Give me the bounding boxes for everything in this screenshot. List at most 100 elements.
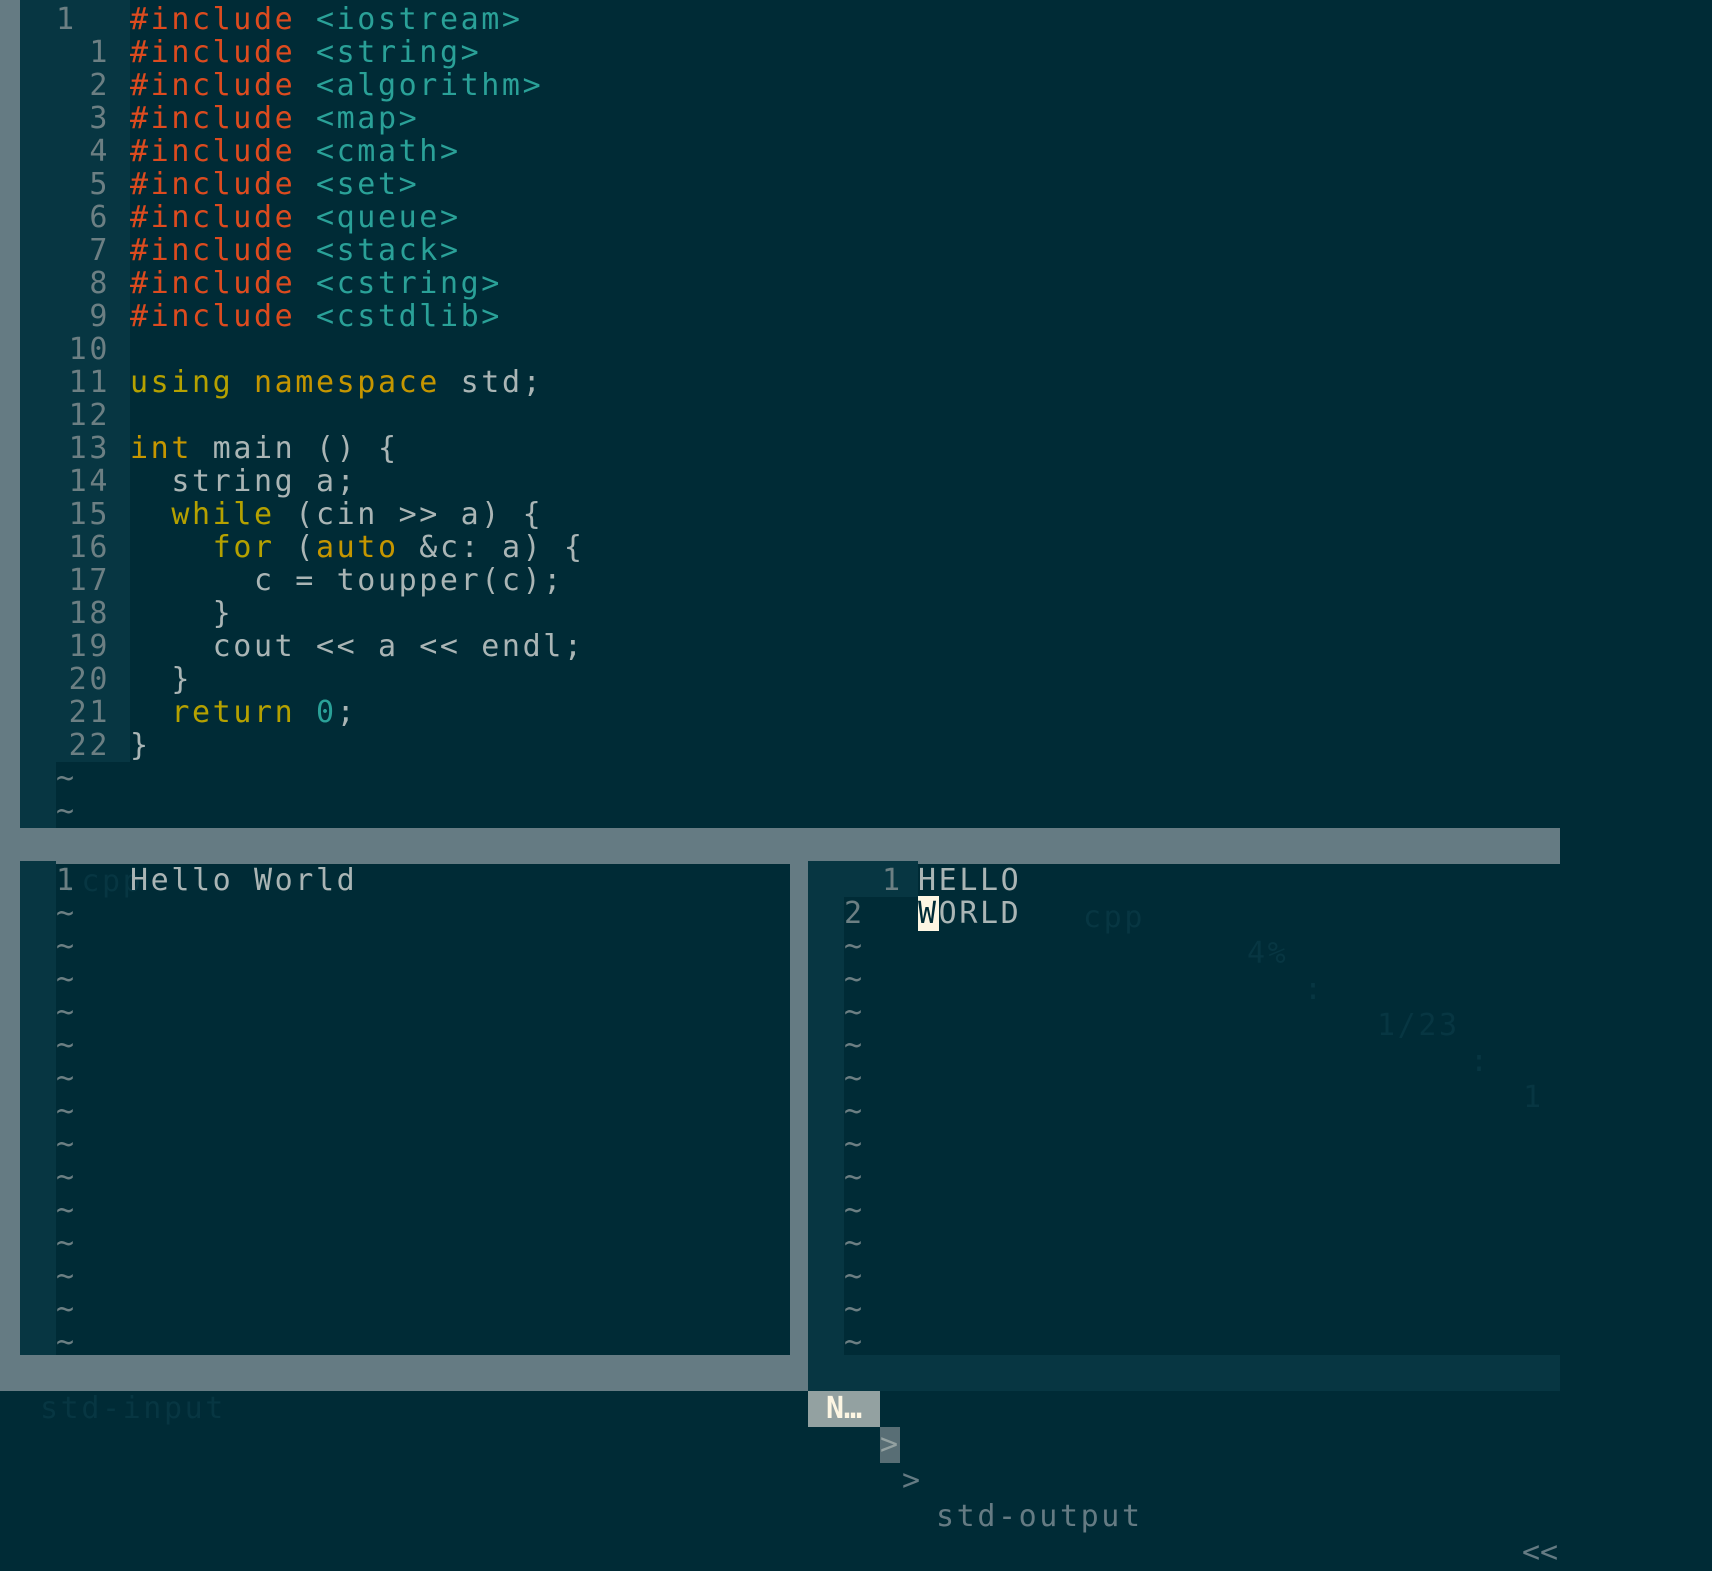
code-token: while xyxy=(171,497,275,532)
code-token: &c: a) { xyxy=(398,530,585,565)
code-token: cout << a << endl; xyxy=(130,629,585,664)
line-number: 10 xyxy=(68,332,110,367)
line-number: 9 xyxy=(89,299,110,334)
code-token: c = toupper(c); xyxy=(130,563,564,598)
tilde-marker: ~ xyxy=(56,1259,77,1294)
tilde-marker: ~ xyxy=(56,1094,77,1129)
code-token: <iostream> xyxy=(315,2,523,37)
code-token: #include xyxy=(130,68,296,103)
code-token: using xyxy=(130,365,234,400)
line-number: 1 xyxy=(56,863,77,898)
code-line: #include <string> xyxy=(130,35,481,71)
code-line: #include <map> xyxy=(130,101,419,137)
code-line: c = toupper(c); xyxy=(130,563,564,599)
tilde-marker: ~ xyxy=(56,1127,77,1162)
code-token: <cstdlib> xyxy=(315,299,502,334)
code-token: <map> xyxy=(315,101,420,136)
tilde-marker: ~ xyxy=(56,896,77,931)
code-line: } xyxy=(130,728,151,764)
code-token: auto xyxy=(315,530,399,565)
status-line-top: a.cpp cpp 4% : 1/23 : 1 xyxy=(20,828,1560,1115)
tilde-marker: ~ xyxy=(844,995,865,1030)
code-token: <cstring> xyxy=(315,266,502,301)
line-number: 1 xyxy=(56,2,77,37)
code-line: } xyxy=(130,662,192,698)
tilde-marker: ~ xyxy=(844,1061,865,1096)
command-line[interactable] xyxy=(0,1391,1712,1556)
line-number: 22 xyxy=(68,728,110,763)
tilde-marker: ~ xyxy=(844,1160,865,1195)
code-line: #include <cstring> xyxy=(130,266,502,302)
line-number: 4 xyxy=(89,134,110,169)
code-line: } xyxy=(130,596,233,632)
code-line: #include <stack> xyxy=(130,233,461,269)
code-token: <string> xyxy=(315,35,482,70)
input-text: Hello World xyxy=(130,863,358,898)
line-number: 2 xyxy=(844,896,865,931)
line-number: 21 xyxy=(68,695,110,730)
tilde-marker: ~ xyxy=(844,962,865,997)
code-token: (cin >> a) { xyxy=(274,497,544,532)
code-token: #include xyxy=(130,134,296,169)
tilde-marker: ~ xyxy=(56,929,77,964)
tilde-marker: ~ xyxy=(56,761,77,796)
code-line: using namespace std; xyxy=(130,365,543,401)
line-number: 1 xyxy=(89,35,110,70)
code-token: #include xyxy=(130,200,296,235)
line-number: 8 xyxy=(89,266,110,301)
line-number: 7 xyxy=(89,233,110,268)
text-cursor: W xyxy=(918,896,939,931)
line-number: 14 xyxy=(68,464,110,499)
code-token: #include xyxy=(130,101,296,136)
code-line: #include <algorithm> xyxy=(130,68,543,104)
code-token: #include xyxy=(130,299,296,334)
status-line-input: std-input xyxy=(0,1355,808,1426)
status-line-output: N… > > std-output << xyxy=(808,1355,1560,1570)
code-token: #include xyxy=(130,35,296,70)
code-line: #include <iostream> xyxy=(130,2,523,38)
code-token: #include xyxy=(130,266,296,301)
code-token: <cmath> xyxy=(315,134,461,169)
output-pane[interactable]: 1 HELLO 2 WORLD ~ ~ ~ ~ ~ ~ ~ ~ ~ ~ ~ ~ ~ xyxy=(808,861,1560,1360)
code-token: int xyxy=(130,431,192,466)
output-text-rest: ORLD xyxy=(938,896,1022,931)
tilde-marker: ~ xyxy=(56,794,77,829)
line-number: 5 xyxy=(89,167,110,202)
line-number: 13 xyxy=(68,431,110,466)
line-number: 1 xyxy=(882,863,903,898)
tilde-marker: ~ xyxy=(56,1160,77,1195)
tilde-marker: ~ xyxy=(56,995,77,1030)
code-line: string a; xyxy=(130,464,357,500)
code-line: #include <cmath> xyxy=(130,134,461,170)
tilde-marker: ~ xyxy=(844,1028,865,1063)
code-editor[interactable]: 1 #include <iostream> 1 #include <string> 2 #… xyxy=(20,0,1560,829)
code-token: string a; xyxy=(130,464,358,499)
output-text: HELLO xyxy=(918,863,1022,898)
line-number: 12 xyxy=(68,398,110,433)
tilde-marker: ~ xyxy=(844,1193,865,1228)
line-number: 3 xyxy=(89,101,110,136)
line-number: 17 xyxy=(68,563,110,598)
tilde-marker: ~ xyxy=(56,962,77,997)
code-token: namespace xyxy=(253,365,440,400)
tilde-marker: ~ xyxy=(56,1028,77,1063)
line-number: 2 xyxy=(89,68,110,103)
code-token: ( xyxy=(274,530,316,565)
tilde-marker: ~ xyxy=(56,1193,77,1228)
line-number: 20 xyxy=(68,662,110,697)
tilde-marker: ~ xyxy=(844,929,865,964)
code-token: } xyxy=(130,596,234,631)
left-window-border xyxy=(0,0,20,1385)
line-number: 15 xyxy=(68,497,110,532)
input-pane[interactable]: 1 Hello World ~ ~ ~ ~ ~ ~ ~ ~ ~ ~ ~ ~ ~ ~ xyxy=(20,861,790,1360)
code-token: for xyxy=(212,530,275,565)
line-number: 16 xyxy=(68,530,110,565)
